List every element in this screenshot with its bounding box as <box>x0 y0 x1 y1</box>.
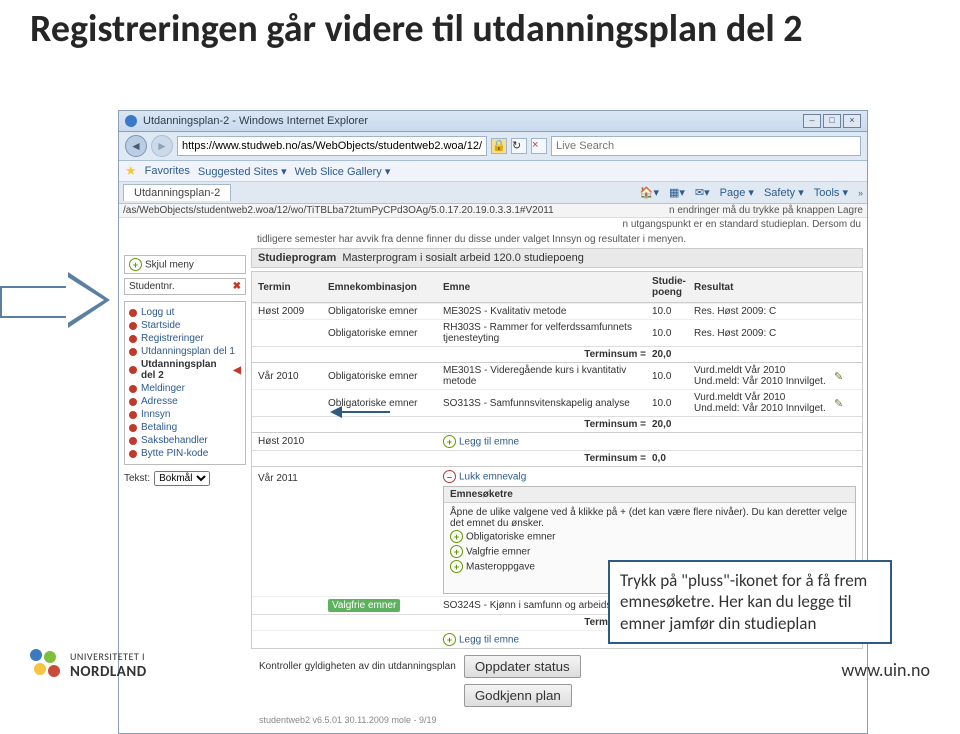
safety-menu[interactable]: Safety ▾ <box>764 186 804 199</box>
tab-utdanningsplan[interactable]: Utdanningsplan-2 <box>123 184 231 201</box>
table-row: Vår 2010 Obligatoriske emner ME301S - Vi… <box>252 362 862 389</box>
studieprogram-box: Studieprogram Masterprogram i sosialt ar… <box>251 248 863 268</box>
info-line-2: n utgangspunkt er en standard studieplan… <box>119 218 867 233</box>
plus-icon[interactable]: + <box>450 545 463 558</box>
language-label: Tekst: <box>124 473 150 484</box>
studieprogram-value: Masterprogram i sosialt arbeid 120.0 stu… <box>342 252 584 264</box>
lock-icon: 🔒 <box>491 138 507 154</box>
language-select[interactable]: Bokmål <box>154 471 210 486</box>
table-row: Obligatoriske emner RH303S - Rammer for … <box>252 319 862 346</box>
address-input[interactable] <box>177 136 487 156</box>
plus-icon[interactable]: + <box>450 530 463 543</box>
plus-icon[interactable]: + <box>443 435 456 448</box>
skjul-meny-button[interactable]: +Skjul meny <box>124 255 246 274</box>
col-emne: Emne <box>443 282 652 293</box>
maximize-button[interactable]: □ <box>823 114 841 128</box>
home-icon[interactable]: 🏠▾ <box>640 186 659 199</box>
stop-icon[interactable]: × <box>531 138 547 154</box>
legg-til-emne-link[interactable]: +Legg til emne <box>443 435 652 448</box>
mail-icon[interactable]: ✉▾ <box>695 186 710 199</box>
info-line-3: tidligere semester har avvik fra denne f… <box>251 233 867 248</box>
sidebar-item-meldinger[interactable]: Meldinger <box>129 382 241 395</box>
footer-url: www.uin.no <box>841 659 930 681</box>
edit-icon[interactable]: ✎ <box>834 371 843 383</box>
window-titlebar: Utdanningsplan-2 - Windows Internet Expl… <box>119 111 867 132</box>
page-version-footer: studentweb2 v6.5.01 30.11.2009 mole - 9/… <box>251 713 867 727</box>
uni-label-1: UNIVERSITETET I <box>70 650 147 663</box>
browser-search-input[interactable] <box>551 136 861 156</box>
chevron-icon[interactable]: » <box>858 188 863 198</box>
annotation-arrow-right <box>0 272 116 328</box>
sidebar-item-betaling[interactable]: Betaling <box>129 421 241 434</box>
studentnr-field[interactable]: Studentnr.✖ <box>124 278 246 295</box>
sidebar-item-saksbehandler[interactable]: Saksbehandler <box>129 434 241 447</box>
favorites-label[interactable]: Favorites <box>145 165 190 177</box>
godkjenn-plan-button[interactable]: Godkjenn plan <box>464 684 572 707</box>
sidebar-menu: Logg ut Startside Registreringer Utdanni… <box>124 301 246 465</box>
window-buttons[interactable]: – □ × <box>803 114 861 128</box>
slide-footer: UNIVERSITETET I NORDLAND www.uin.no <box>0 649 960 681</box>
sidebar: +Skjul meny Studentnr.✖ Logg ut Startsid… <box>124 255 246 486</box>
forward-button[interactable]: ► <box>151 135 173 157</box>
refresh-icon[interactable]: ↻ <box>511 138 527 154</box>
edit-icon[interactable]: ✎ <box>834 398 843 410</box>
logo-mark-icon <box>30 649 62 681</box>
browser-tools: 🏠▾ ▦▾ ✉▾ Page ▾ Safety ▾ Tools ▾ » <box>640 186 863 199</box>
sidebar-item-adresse[interactable]: Adresse <box>129 395 241 408</box>
sidebar-item-loggut[interactable]: Logg ut <box>129 306 241 319</box>
slide-title: Registreringen går videre til utdannings… <box>0 0 960 52</box>
sidebar-item-innsyn[interactable]: Innsyn <box>129 408 241 421</box>
lukk-emnevalg-link[interactable]: –Lukk emnevalg <box>443 469 856 486</box>
inner-url: /as/WebObjects/studentweb2.woa/12/wo/TiT… <box>119 204 867 218</box>
sidebar-item-startside[interactable]: Startside <box>129 319 241 332</box>
panel-header: Emnesøketre <box>444 487 855 503</box>
clear-icon[interactable]: ✖ <box>233 281 241 292</box>
minimize-button[interactable]: – <box>803 114 821 128</box>
close-button[interactable]: × <box>843 114 861 128</box>
minus-icon[interactable]: – <box>443 470 456 483</box>
window-title: Utdanningsplan-2 - Windows Internet Expl… <box>143 115 368 127</box>
col-termin: Termin <box>258 282 328 293</box>
current-indicator-icon: ◀ <box>233 365 241 376</box>
tree-option[interactable]: +Obligatoriske emner <box>450 529 849 544</box>
page-menu[interactable]: Page ▾ <box>720 186 754 199</box>
valgfrie-badge: Valgfrie emner <box>328 599 400 612</box>
suggested-sites-link[interactable]: Suggested Sites ▾ <box>198 165 287 178</box>
favorites-bar: ★ Favorites Suggested Sites ▾ Web Slice … <box>119 161 867 182</box>
sidebar-item-registreringer[interactable]: Registreringer <box>129 332 241 345</box>
callout-box: Trykk på "pluss"-ikonet for å få frem em… <box>608 560 892 644</box>
language-selector[interactable]: Tekst: Bokmål <box>124 471 246 486</box>
col-emnekombinasjon: Emnekombinasjon <box>328 282 443 293</box>
studieprogram-label: Studieprogram <box>258 252 336 264</box>
favorites-star-icon[interactable]: ★ <box>125 163 137 179</box>
table-row: Høst 2009 Obligatoriske emner ME302S - K… <box>252 303 862 319</box>
col-resultat: Resultat <box>694 282 834 293</box>
col-studiepoeng: Studie- poeng <box>652 276 694 298</box>
terminsum-row: Terminsum = 0,0 <box>252 450 862 466</box>
back-button[interactable]: ◄ <box>125 135 147 157</box>
sidebar-item-utdplan1[interactable]: Utdanningsplan del 1 <box>129 345 241 358</box>
tab-row: Utdanningsplan-2 🏠▾ ▦▾ ✉▾ Page ▾ Safety … <box>119 182 867 204</box>
annotation-small-arrow <box>330 402 390 422</box>
plus-icon[interactable]: + <box>443 633 456 646</box>
ie-icon <box>125 115 137 127</box>
panel-text: Åpne de ulike valgene ved å klikke på + … <box>450 507 849 529</box>
web-slice-link[interactable]: Web Slice Gallery ▾ <box>295 165 391 178</box>
feed-icon[interactable]: ▦▾ <box>669 186 685 199</box>
plus-icon[interactable]: + <box>450 560 463 573</box>
university-logo: UNIVERSITETET I NORDLAND <box>30 649 147 681</box>
sidebar-item-utdplan2[interactable]: Utdanningsplan del 2◀ <box>129 358 241 382</box>
uni-label-2: NORDLAND <box>70 663 147 681</box>
address-bar-row: ◄ ► 🔒 ↻ × <box>119 132 867 161</box>
tools-menu[interactable]: Tools ▾ <box>814 186 848 199</box>
tree-option[interactable]: +Valgfrie emner <box>450 544 849 559</box>
table-header: Termin Emnekombinasjon Emne Studie- poen… <box>251 271 863 303</box>
terminsum-row: Terminsum = 20,0 <box>252 346 862 362</box>
table-row: Høst 2010 +Legg til emne <box>252 432 862 450</box>
sidebar-item-bytte-pin[interactable]: Bytte PIN-kode <box>129 447 241 460</box>
plus-icon: + <box>129 258 142 271</box>
